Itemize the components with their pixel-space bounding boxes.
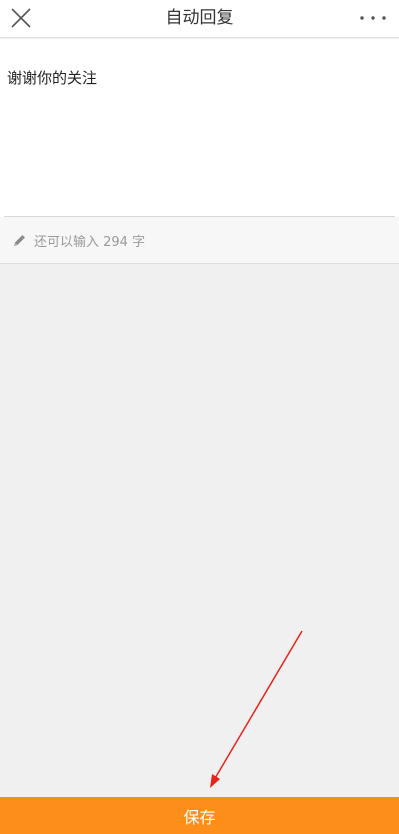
reply-text-field[interactable]: 谢谢你的关注 — [7, 67, 387, 88]
page-title: 自动回复 — [165, 8, 234, 28]
top-bar: 自动回复 — [0, 0, 399, 38]
more-options-button[interactable] — [353, 0, 393, 36]
pencil-icon — [12, 233, 27, 248]
more-horizontal-icon — [360, 16, 386, 20]
empty-content-area — [0, 265, 399, 797]
character-counter-bar: 还可以输入 294 字 — [0, 217, 399, 264]
remaining-characters-text: 还可以输入 294 字 — [34, 234, 146, 250]
reply-editor[interactable]: 谢谢你的关注 — [0, 39, 399, 217]
save-button[interactable]: 保存 — [0, 797, 399, 834]
